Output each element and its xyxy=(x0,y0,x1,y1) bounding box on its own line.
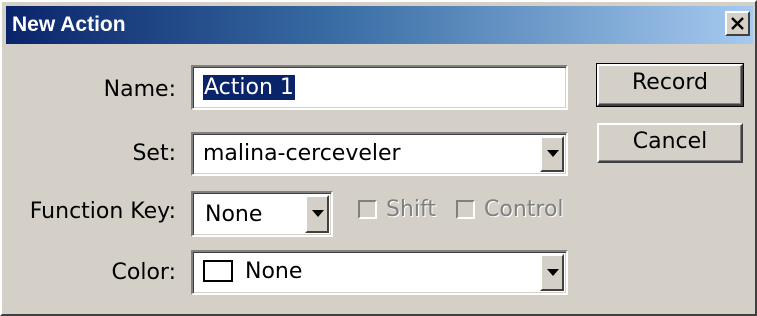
function-key-label: Function Key: xyxy=(29,199,176,224)
new-action-dialog: New Action Name: Action 1 Set: malina-ce… xyxy=(0,0,757,316)
title-bar[interactable]: New Action xyxy=(6,6,753,44)
control-label: Control xyxy=(484,197,564,222)
chevron-down-icon xyxy=(547,150,559,157)
color-label: Color: xyxy=(111,260,176,285)
record-button-label: Record xyxy=(631,70,708,95)
name-input-value: Action 1 xyxy=(203,75,295,100)
cancel-button-label: Cancel xyxy=(632,129,708,154)
name-label: Name: xyxy=(103,77,176,102)
function-key-dropdown-button[interactable] xyxy=(305,195,329,233)
name-input[interactable]: Action 1 xyxy=(191,65,568,110)
set-select[interactable]: malina-cerceveler xyxy=(191,132,568,176)
chevron-down-icon xyxy=(312,210,324,217)
function-key-value: None xyxy=(205,202,263,227)
record-button[interactable]: Record xyxy=(596,63,744,107)
cancel-button[interactable]: Cancel xyxy=(597,123,743,163)
close-button[interactable] xyxy=(725,11,750,36)
set-label: Set: xyxy=(132,141,176,166)
color-swatch xyxy=(203,260,233,282)
color-select-value: None xyxy=(245,259,303,284)
set-dropdown-button[interactable] xyxy=(540,136,564,172)
close-icon xyxy=(731,17,744,30)
set-select-value: malina-cerceveler xyxy=(203,141,401,166)
chevron-down-icon xyxy=(547,269,559,276)
color-dropdown-button[interactable] xyxy=(540,254,564,291)
function-key-select[interactable]: None xyxy=(191,191,333,237)
dialog-title: New Action xyxy=(12,13,126,36)
shift-label: Shift xyxy=(386,197,437,222)
control-checkbox[interactable] xyxy=(456,200,475,219)
shift-checkbox[interactable] xyxy=(358,200,377,219)
color-select[interactable]: None xyxy=(191,250,568,295)
